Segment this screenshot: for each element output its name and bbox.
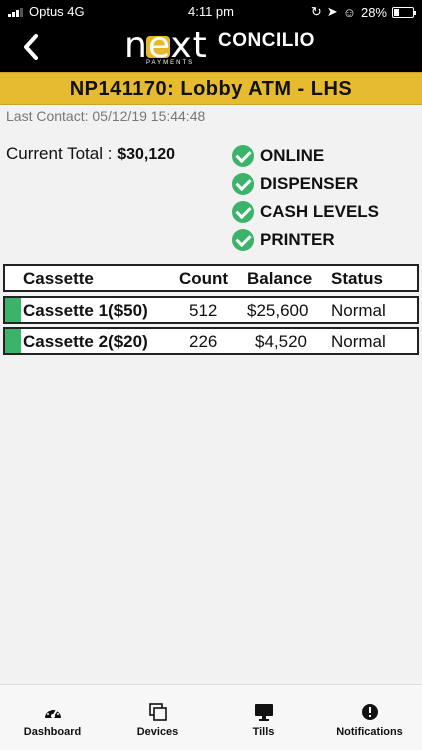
status-printer: PRINTER (232, 226, 379, 254)
headphones-icon: ☺ (342, 4, 356, 20)
status-icons: ↻ ➤ ☺ 28% (310, 4, 416, 20)
cassette-name: Cassette 1($50) (23, 301, 148, 320)
nav-devices[interactable]: Devices (105, 685, 210, 750)
back-button[interactable] (20, 32, 44, 64)
cassette-count: 226 (189, 332, 218, 351)
location-icon: ➤ (326, 4, 338, 19)
alert-icon (361, 704, 378, 720)
battery-percent: 28% (360, 4, 387, 20)
concilio-brand: CONCILIO (218, 30, 315, 51)
nav-label: Devices (136, 726, 179, 738)
current-total: Current Total : $30,120 (6, 144, 175, 164)
table-row[interactable]: Cassette 1($50) 512 $25,600 Normal (3, 296, 419, 324)
status-bar: Optus 4G 4:11 pm ↻ ➤ ☺ 28% (0, 0, 422, 24)
cassette-name: Cassette 2($20) (23, 332, 148, 351)
battery-icon (392, 6, 416, 18)
cassette-status: Normal (331, 332, 386, 351)
check-circle-icon (232, 229, 254, 251)
nav-label: Dashboard (23, 726, 82, 738)
nav-label: Notifications (336, 726, 403, 738)
header-status: Status (331, 269, 383, 288)
app-header: next PAYMENTS CONCILIO (0, 24, 422, 72)
header-count: Count (179, 269, 229, 288)
status-label: CASH LEVELS (260, 202, 380, 221)
status-online: ONLINE (232, 142, 379, 170)
status-label: PRINTER (260, 230, 335, 249)
nav-notifications[interactable]: Notifications (317, 685, 422, 750)
status-label: ONLINE (260, 146, 325, 165)
logo-subtext: PAYMENTS (146, 60, 195, 66)
current-total-value: $30,120 (117, 146, 176, 163)
cassette-status: Normal (331, 301, 386, 320)
chevron-left-icon (24, 34, 38, 60)
speedometer-icon (44, 707, 61, 718)
check-circle-icon (232, 201, 254, 223)
bottom-nav: Dashboard Devices Tills Notifications (0, 684, 422, 750)
last-contact: Last Contact: 05/12/19 15:44:48 (6, 108, 205, 124)
table-row[interactable]: Cassette 2($20) 226 $4,520 Normal (3, 327, 419, 355)
check-circle-icon (232, 173, 254, 195)
status-list: ONLINE DISPENSER CASH LEVELS PRINTER (232, 142, 379, 254)
current-total-label: Current Total : (6, 144, 113, 163)
header-cassette: Cassette (23, 269, 94, 288)
next-payments-logo: next PAYMENTS (124, 26, 214, 70)
cassette-count: 512 (189, 301, 218, 320)
status-indicator (5, 329, 21, 353)
orientation-lock-icon: ↻ (310, 4, 322, 19)
last-contact-label: Last Contact: (6, 108, 89, 124)
check-circle-icon (232, 145, 254, 167)
status-dispenser: DISPENSER (232, 170, 379, 198)
nav-tills[interactable]: Tills (211, 685, 316, 750)
cassette-table-header: Cassette Count Balance Status (3, 264, 419, 292)
status-indicator (5, 298, 21, 322)
devices-icon (148, 703, 167, 721)
nav-dashboard[interactable]: Dashboard (0, 685, 105, 750)
monitor-icon (254, 704, 273, 721)
cassette-balance: $4,520 (255, 332, 307, 351)
status-cash-levels: CASH LEVELS (232, 198, 379, 226)
device-title: NP141170: Lobby ATM - LHS (0, 72, 422, 105)
cassette-balance: $25,600 (247, 301, 309, 320)
nav-label: Tills (252, 726, 275, 738)
status-label: DISPENSER (260, 174, 359, 193)
header-balance: Balance (247, 269, 313, 288)
last-contact-value: 05/12/19 15:44:48 (92, 108, 206, 124)
